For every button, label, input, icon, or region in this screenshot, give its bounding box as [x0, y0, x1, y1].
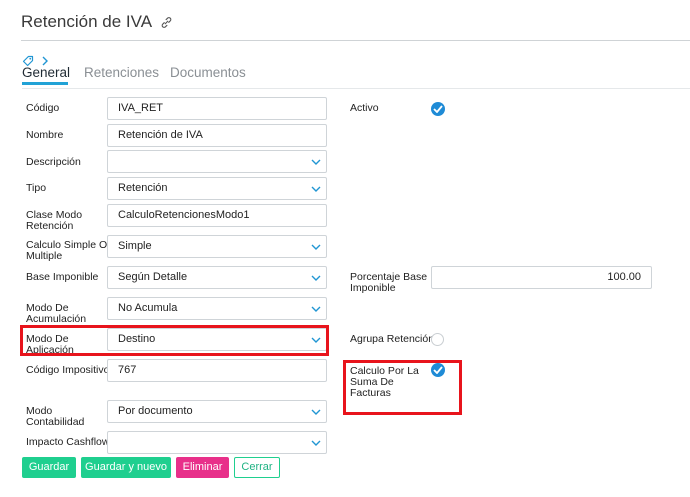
tipo-select[interactable]: Retención [107, 177, 327, 200]
chevron-down-icon [311, 186, 321, 192]
impacto-cashflow-label: Impacto Cashflow [26, 436, 110, 448]
modo-contabilidad-label-line2: Contabilidad [26, 416, 85, 428]
codigo-impositivo-label: Código Impositivo [26, 364, 110, 376]
calculo-simple-label: Calculo Simple O Multiple [26, 240, 107, 262]
clase-modo-label: Clase Modo Retención [26, 210, 82, 232]
chevron-down-icon [311, 440, 321, 446]
chevron-down-icon [311, 409, 321, 415]
nombre-label: Nombre [26, 129, 64, 141]
delete-button[interactable]: Eliminar [176, 457, 229, 478]
tab-active-indicator [22, 82, 68, 85]
descripcion-label: Descripción [26, 156, 81, 168]
modo-acumulacion-label: Modo De Acumulación [26, 303, 86, 325]
modo-aplicacion-highlight [20, 325, 329, 356]
title-divider [21, 40, 690, 41]
impacto-cashflow-select[interactable] [107, 431, 327, 454]
tag-row [22, 52, 49, 66]
clase-modo-label-line2: Retención [26, 220, 74, 232]
modo-contabilidad-select[interactable]: Por documento [107, 400, 327, 423]
tabs-divider [22, 88, 690, 89]
tab-general[interactable]: General [22, 65, 70, 80]
codigo-label: Código [26, 102, 60, 114]
base-imponible-value: Según Detalle [118, 271, 188, 283]
close-button[interactable]: Cerrar [234, 457, 280, 478]
porcentaje-base-input[interactable]: 100.00 [431, 266, 652, 289]
link-icon[interactable] [160, 14, 173, 34]
agrupa-retencion-label: Agrupa Retención [350, 333, 435, 345]
porcentaje-base-label: Porcentaje Base Imponible [350, 272, 427, 294]
tab-retenciones[interactable]: Retenciones [84, 65, 159, 80]
modo-acumulacion-label-line2: Acumulación [26, 313, 87, 325]
check-icon [433, 105, 443, 113]
chevron-down-icon [311, 244, 321, 250]
calculo-simple-label-line2: Multiple [26, 250, 63, 262]
base-imponible-select[interactable]: Según Detalle [107, 266, 327, 289]
page-title: Retención de IVA [21, 12, 173, 34]
nombre-input[interactable]: Retención de IVA [107, 124, 327, 147]
codigo-impositivo-input[interactable]: 767 [107, 359, 327, 382]
save-and-new-button[interactable]: Guardar y nuevo [81, 457, 171, 478]
chevron-down-icon [311, 159, 321, 165]
activo-checkbox[interactable] [431, 102, 445, 116]
calculo-simple-value: Simple [118, 240, 152, 252]
save-button[interactable]: Guardar [22, 457, 76, 478]
tipo-label: Tipo [26, 182, 47, 194]
porcentaje-base-label-line2: Imponible [350, 282, 396, 294]
tipo-value: Retención [118, 182, 168, 194]
base-imponible-label: Base Imponible [26, 271, 99, 283]
codigo-input[interactable]: IVA_RET [107, 97, 327, 120]
modo-contabilidad-label: Modo Contabilidad [26, 406, 84, 428]
calculo-simple-select[interactable]: Simple [107, 235, 327, 258]
tab-documentos[interactable]: Documentos [170, 65, 246, 80]
modo-contabilidad-value: Por documento [118, 405, 193, 417]
clase-modo-input[interactable]: CalculoRetencionesModo1 [107, 204, 327, 227]
descripcion-select[interactable] [107, 150, 327, 173]
modo-acumulacion-value: No Acumula [118, 302, 178, 314]
page-title-text: Retención de IVA [21, 12, 152, 31]
calculo-suma-highlight [343, 360, 462, 415]
agrupa-retencion-toggle[interactable] [431, 333, 444, 346]
activo-label: Activo [350, 102, 379, 114]
chevron-down-icon [311, 275, 321, 281]
chevron-down-icon [311, 306, 321, 312]
modo-acumulacion-select[interactable]: No Acumula [107, 297, 327, 320]
